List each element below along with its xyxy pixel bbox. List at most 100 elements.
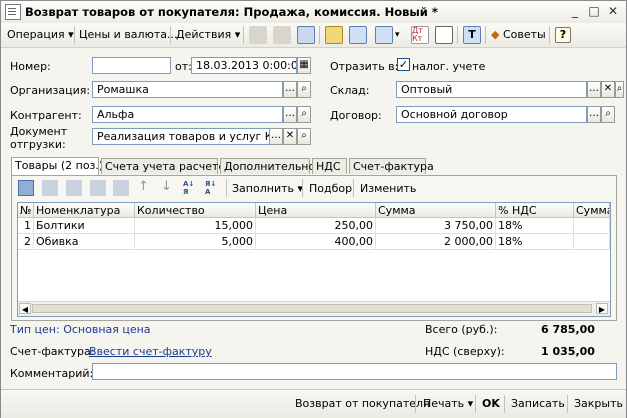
help-icon[interactable]: ? bbox=[555, 27, 571, 43]
cell-sum: 2 000,00 bbox=[376, 234, 496, 250]
copy-row-icon[interactable] bbox=[42, 180, 58, 196]
cell-qty: 15,000 bbox=[135, 218, 256, 234]
tab-invoice[interactable]: Счет-фактура bbox=[349, 158, 434, 174]
text-edit-icon[interactable]: T bbox=[463, 26, 481, 44]
delete-row-icon[interactable] bbox=[90, 180, 106, 196]
change-button[interactable]: Изменить bbox=[360, 182, 416, 195]
column-header-num[interactable]: № bbox=[18, 203, 34, 218]
close-icon[interactable]: ✕ bbox=[605, 4, 621, 19]
print-menu[interactable]: Печать ▾ bbox=[423, 396, 473, 412]
search-icon[interactable]: ⌕ bbox=[297, 128, 311, 145]
column-header-qty[interactable]: Количество bbox=[135, 203, 256, 218]
title-bar: Возврат товаров от покупателя: Продажа, … bbox=[1, 1, 626, 24]
move-icon[interactable] bbox=[349, 26, 367, 44]
horizontal-scrollbar[interactable]: ◀ ▶ bbox=[18, 301, 610, 316]
total-value: 6 785,00 bbox=[541, 323, 595, 336]
cell-item: Обивка bbox=[34, 234, 135, 250]
warehouse-select-button[interactable]: … bbox=[587, 81, 601, 98]
structure-icon[interactable] bbox=[325, 26, 343, 44]
org-select-button[interactable]: … bbox=[283, 81, 297, 98]
tax-checkbox[interactable]: ✓ bbox=[397, 58, 410, 71]
cell-price: 250,00 bbox=[256, 218, 376, 234]
tab-additional[interactable]: Дополнительно bbox=[220, 158, 315, 174]
scroll-right-icon[interactable]: ▶ bbox=[596, 303, 608, 314]
fill-label: Заполнить bbox=[232, 182, 294, 195]
cell-vat: 18% bbox=[496, 234, 574, 250]
select-button[interactable]: Подбор bbox=[309, 182, 352, 195]
tab-goods[interactable]: Товары (2 поз.) bbox=[11, 157, 103, 175]
contract-select-button[interactable]: … bbox=[587, 106, 601, 123]
back-icon[interactable] bbox=[249, 26, 267, 44]
column-header-vat[interactable]: % НДС bbox=[496, 203, 574, 218]
counterparty-field[interactable]: Альфа bbox=[92, 106, 283, 123]
copy-icon[interactable] bbox=[297, 26, 315, 44]
actions-label: Действия bbox=[176, 28, 232, 41]
shipment-field[interactable]: Реализация товаров и услуг КСТО bbox=[92, 128, 283, 145]
search-icon[interactable]: ⌕ bbox=[297, 81, 311, 98]
column-header-sum[interactable]: Сумма bbox=[376, 203, 496, 218]
scroll-left-icon[interactable]: ◀ bbox=[19, 303, 31, 314]
sort-desc-icon[interactable]: Я↓ A bbox=[205, 180, 221, 196]
vat-label: НДС (сверху): bbox=[425, 345, 505, 358]
maximize-icon[interactable]: □ bbox=[586, 4, 602, 19]
prices-button[interactable]: Цены и валюта... bbox=[79, 27, 177, 43]
price-type-link[interactable]: Тип цен: Основная цена bbox=[10, 323, 151, 336]
date-label: от: bbox=[175, 60, 192, 73]
input-based-icon[interactable] bbox=[375, 26, 393, 44]
fill-menu[interactable]: Заполнить ▾ bbox=[232, 182, 303, 195]
dt-kt-icon[interactable]: Дт Кт bbox=[411, 26, 429, 44]
column-header-vat-sum[interactable]: Сумма bbox=[574, 203, 610, 218]
column-header-item[interactable]: Номенклатура bbox=[34, 203, 135, 218]
date-field[interactable]: 18.03.2013 0:00:00 bbox=[191, 57, 297, 74]
move-down-icon[interactable]: ↓ bbox=[161, 179, 172, 194]
sort-asc-icon[interactable]: A↓ Я bbox=[183, 180, 199, 196]
cell-vat: 18% bbox=[496, 218, 574, 234]
return-button[interactable]: Возврат от покупателя bbox=[295, 396, 430, 412]
counterparty-label: Контрагент: bbox=[10, 109, 82, 122]
main-toolbar: Операция ▾ Цены и валюта... Действия ▾ ▾… bbox=[1, 23, 626, 48]
close-button[interactable]: Закрыть bbox=[574, 396, 623, 412]
cell-item: Болтики bbox=[34, 218, 135, 234]
clear-icon[interactable]: ✕ bbox=[283, 128, 297, 145]
actions-menu[interactable]: Действия ▾ bbox=[176, 27, 240, 43]
search-icon[interactable]: ⌕ bbox=[297, 106, 311, 123]
scroll-thumb[interactable] bbox=[32, 304, 592, 313]
edit-row-icon[interactable] bbox=[66, 180, 82, 196]
warehouse-field[interactable]: Оптовый bbox=[396, 81, 587, 98]
column-header-price[interactable]: Цена bbox=[256, 203, 376, 218]
tab-vat[interactable]: НДС bbox=[312, 158, 347, 174]
goods-table[interactable]: № Номенклатура Количество Цена Сумма % Н… bbox=[17, 202, 611, 317]
contract-label: Договор: bbox=[330, 109, 382, 122]
comment-field[interactable] bbox=[92, 363, 617, 380]
search-icon[interactable]: ⌕ bbox=[601, 106, 615, 123]
shipment-select-button[interactable]: … bbox=[269, 128, 283, 145]
ok-button[interactable]: OK bbox=[482, 396, 500, 412]
counterparty-select-button[interactable]: … bbox=[283, 106, 297, 123]
shipment-label: Документ bbox=[10, 125, 68, 138]
vat-value: 1 035,00 bbox=[541, 345, 595, 358]
contract-field[interactable]: Основной договор bbox=[396, 106, 587, 123]
shipment-label-2: отгрузки: bbox=[10, 138, 66, 151]
search-icon[interactable]: ⌕ bbox=[615, 81, 624, 98]
refresh-icon[interactable] bbox=[273, 26, 291, 44]
org-field[interactable]: Ромашка bbox=[92, 81, 283, 98]
minimize-icon[interactable]: _ bbox=[567, 4, 583, 19]
total-label: Всего (руб.): bbox=[425, 323, 498, 336]
chevron-down-icon[interactable]: ▾ bbox=[395, 27, 400, 43]
save-button[interactable]: Записать bbox=[511, 396, 565, 412]
report-icon[interactable] bbox=[435, 26, 453, 44]
tab-accounts[interactable]: Счета учета расчетов bbox=[101, 158, 232, 174]
end-edit-icon[interactable] bbox=[113, 180, 129, 196]
invoice-label: Счет-фактура: bbox=[10, 345, 95, 358]
tax-label: налог. учете bbox=[412, 60, 486, 73]
calendar-icon[interactable]: ▦ bbox=[297, 57, 311, 74]
operation-menu[interactable]: Операция ▾ bbox=[7, 27, 74, 43]
add-row-icon[interactable] bbox=[18, 180, 34, 196]
chevron-down-icon: ▾ bbox=[467, 397, 474, 410]
number-field[interactable] bbox=[92, 57, 171, 74]
org-label: Организация: bbox=[10, 84, 91, 97]
clear-icon[interactable]: ✕ bbox=[601, 81, 615, 98]
move-up-icon[interactable]: ↑ bbox=[138, 179, 149, 194]
invoice-link[interactable]: Ввести счет-фактуру bbox=[89, 345, 212, 358]
advice-button[interactable]: ◆ Советы bbox=[491, 27, 546, 43]
